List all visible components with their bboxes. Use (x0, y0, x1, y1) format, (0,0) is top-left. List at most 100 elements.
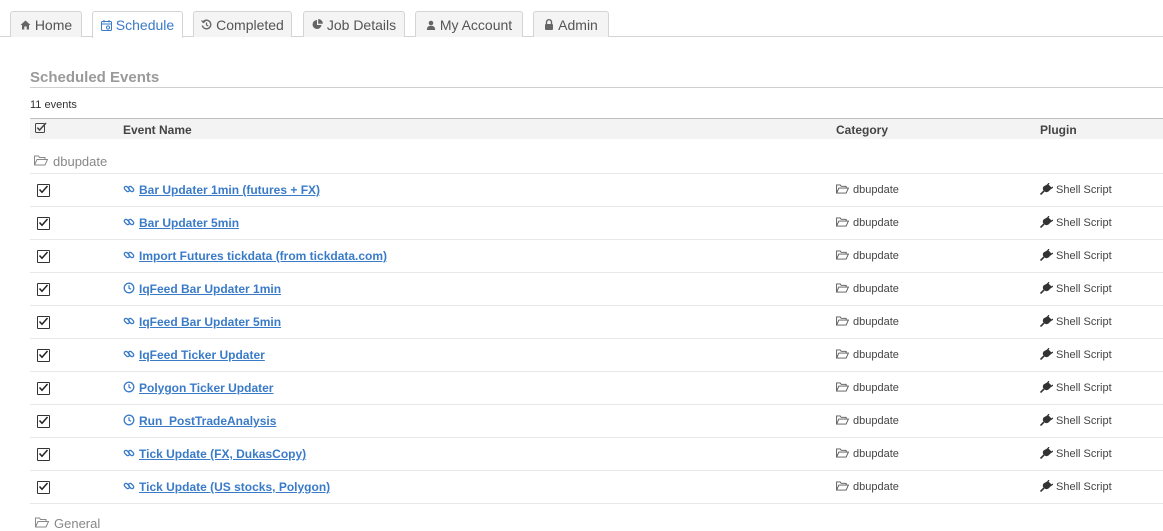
event-cell-category: dbupdate (835, 273, 899, 305)
column-header-event-name[interactable]: Event Name (123, 123, 192, 137)
tab-label: Admin (558, 16, 598, 33)
tab-completed[interactable]: Completed (193, 11, 292, 37)
tab-home[interactable]: Home (10, 11, 82, 37)
folder-open-icon (835, 480, 850, 494)
event-cell-name: Bar Updater 1min (futures + FX) (123, 174, 320, 206)
table-header: Event Name Category Plugin (30, 118, 1163, 139)
link-icon (123, 216, 135, 231)
folder-open-icon (835, 414, 850, 428)
column-header-category[interactable]: Category (836, 123, 888, 137)
event-cell-enabled (37, 273, 50, 305)
tab-label: Completed (216, 16, 284, 33)
tab-my-account[interactable]: My Account (415, 11, 523, 37)
tab-label: Job Details (326, 16, 397, 33)
tab-label: Schedule (115, 17, 175, 33)
table-row: Polygon Ticker Updater dbupdate Shell Scri… (30, 372, 1163, 405)
event-cell-category: dbupdate (835, 372, 899, 404)
event-cell-plugin: Shell Script (1039, 339, 1112, 371)
event-enabled-checkbox[interactable] (37, 348, 50, 362)
table-row: Tick Update (US stocks, Polygon) dbupdate… (30, 471, 1163, 504)
event-enabled-checkbox[interactable] (37, 315, 50, 329)
event-enabled-checkbox[interactable] (37, 414, 50, 428)
event-enabled-checkbox[interactable] (37, 183, 50, 197)
plug-icon (1039, 380, 1054, 396)
event-plugin: Shell Script (1056, 250, 1112, 262)
event-cell-name: Run_PostTradeAnalysis (123, 405, 276, 437)
event-cell-category: dbupdate (835, 240, 899, 272)
event-cell-plugin: Shell Script (1039, 273, 1112, 305)
table-row: Import Futures tickdata (from tickdata.c… (30, 240, 1163, 273)
event-enabled-checkbox[interactable] (37, 447, 50, 461)
event-category: dbupdate (853, 184, 899, 196)
event-cell-name: Bar Updater 5min (123, 207, 239, 239)
link-icon (123, 249, 135, 264)
event-cell-category: dbupdate (835, 339, 899, 371)
event-name-link[interactable]: Tick Update (US stocks, Polygon) (139, 480, 330, 494)
tab-admin[interactable]: Admin (533, 11, 609, 37)
folder-open-icon (835, 315, 850, 329)
next-category-group-header[interactable]: General (34, 516, 101, 531)
event-name-link[interactable]: Bar Updater 1min (futures + FX) (139, 183, 320, 197)
clock-icon (123, 414, 135, 429)
select-all-checkbox-icon[interactable] (35, 122, 47, 136)
event-name-link[interactable]: IqFeed Bar Updater 5min (139, 315, 281, 329)
table-row: IqFeed Bar Updater 5min dbupdate Shell Scr… (30, 306, 1163, 339)
link-icon (123, 183, 135, 198)
event-cell-plugin: Shell Script (1039, 174, 1112, 206)
event-category: dbupdate (853, 382, 899, 394)
tab-schedule[interactable]: Schedule (92, 11, 183, 38)
event-enabled-checkbox[interactable] (37, 282, 50, 296)
table-row: Run_PostTradeAnalysis dbupdate Shell Scrip… (30, 405, 1163, 438)
event-category: dbupdate (853, 481, 899, 493)
event-name-link[interactable]: IqFeed Bar Updater 1min (139, 282, 281, 296)
event-name-link[interactable]: Polygon Ticker Updater (139, 381, 273, 395)
event-cell-plugin: Shell Script (1039, 207, 1112, 239)
event-plugin: Shell Script (1056, 283, 1112, 295)
event-cell-name: Import Futures tickdata (from tickdata.c… (123, 240, 387, 272)
event-plugin: Shell Script (1056, 184, 1112, 196)
column-header-plugin[interactable]: Plugin (1040, 123, 1077, 137)
link-icon (123, 315, 135, 330)
tab-label: My Account (439, 16, 513, 33)
event-name-link[interactable]: Run_PostTradeAnalysis (139, 414, 276, 428)
tab-job-details[interactable]: Job Details (303, 11, 405, 37)
event-name-link[interactable]: Import Futures tickdata (from tickdata.c… (139, 249, 387, 263)
plug-icon (1039, 182, 1054, 198)
table-row: IqFeed Ticker Updater dbupdate Shell Scrip… (30, 339, 1163, 372)
event-cell-name: Tick Update (FX, DukasCopy) (123, 438, 306, 470)
event-category: dbupdate (853, 250, 899, 262)
event-name-link[interactable]: Tick Update (FX, DukasCopy) (139, 447, 306, 461)
event-enabled-checkbox[interactable] (37, 480, 50, 494)
category-group-label: General (54, 516, 101, 531)
event-cell-name: IqFeed Bar Updater 1min (123, 273, 281, 305)
section-title: Scheduled Events (30, 69, 160, 86)
event-cell-enabled (37, 372, 50, 404)
event-cell-enabled (37, 405, 50, 437)
folder-open-icon (34, 516, 50, 531)
event-cell-plugin: Shell Script (1039, 438, 1112, 470)
event-enabled-checkbox[interactable] (37, 249, 50, 263)
event-cell-plugin: Shell Script (1039, 405, 1112, 437)
event-cell-enabled (37, 240, 50, 272)
event-name-link[interactable]: Bar Updater 5min (139, 216, 239, 230)
event-category: dbupdate (853, 283, 899, 295)
event-cell-name: Polygon Ticker Updater (123, 372, 273, 404)
folder-open-icon (835, 447, 850, 461)
event-name-link[interactable]: IqFeed Ticker Updater (139, 348, 265, 362)
event-cell-category: dbupdate (835, 405, 899, 437)
event-cell-category: dbupdate (835, 471, 899, 503)
plug-icon (1039, 281, 1054, 297)
event-enabled-checkbox[interactable] (37, 381, 50, 395)
event-enabled-checkbox[interactable] (37, 216, 50, 230)
event-plugin: Shell Script (1056, 415, 1112, 427)
event-cell-enabled (37, 207, 50, 239)
link-icon (123, 447, 135, 462)
event-category: dbupdate (853, 349, 899, 361)
calendar-icon (100, 19, 112, 31)
link-icon (123, 480, 135, 495)
event-cell-category: dbupdate (835, 438, 899, 470)
folder-open-icon (835, 282, 850, 296)
section-divider (30, 87, 1163, 88)
category-group-header[interactable]: dbupdate (30, 139, 1163, 174)
event-cell-plugin: Shell Script (1039, 306, 1112, 338)
